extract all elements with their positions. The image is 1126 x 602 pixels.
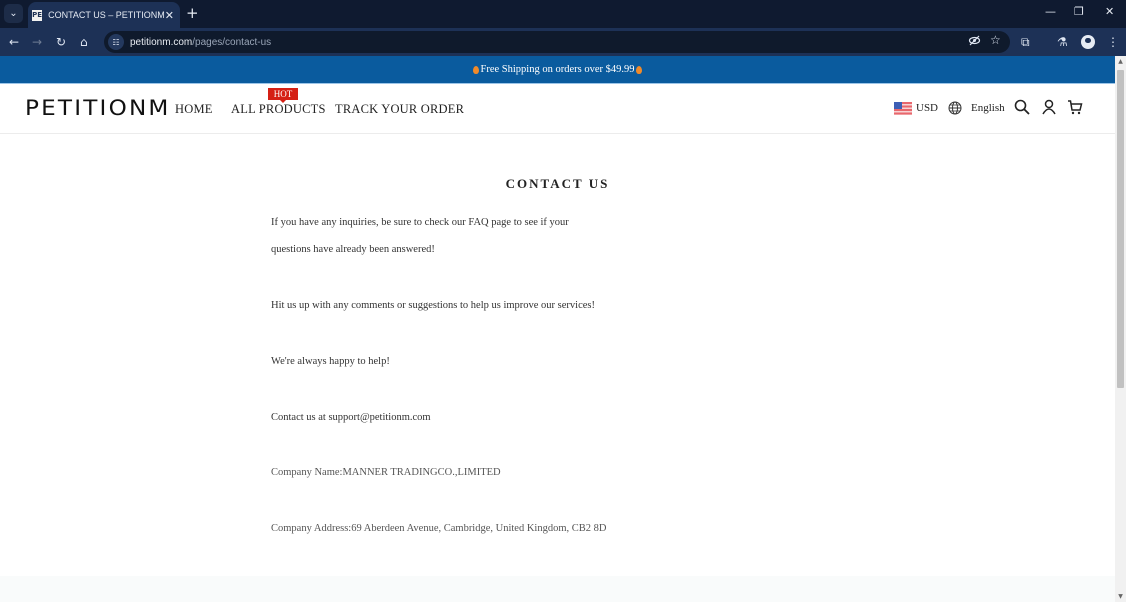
- tab-title: CONTACT US – PETITIONM: [48, 10, 165, 20]
- nav-all-products[interactable]: ALL PRODUCTS: [231, 102, 326, 117]
- restore-button[interactable]: ❐: [1074, 5, 1084, 18]
- forward-button[interactable]: →: [32, 34, 42, 50]
- url-domain: petitionm.com: [130, 36, 193, 48]
- scroll-down-arrow-icon[interactable]: ▼: [1115, 591, 1126, 602]
- fire-icon: [472, 65, 479, 74]
- browser-toolbar: ← → ↻ ⌂ ☷ petitionm.com/pages/contact-us…: [0, 28, 1126, 56]
- bookmark-star-icon[interactable]: ☆: [990, 33, 1001, 47]
- account-icon[interactable]: [1041, 99, 1057, 115]
- cart-icon[interactable]: [1067, 99, 1083, 115]
- currency-selector[interactable]: USD: [916, 102, 938, 114]
- announcement-text: Free Shipping on orders over $49.99: [480, 64, 635, 75]
- paragraph-company-name: Company Name:MANNER TRADINGCO.,LIMITED: [271, 467, 501, 478]
- paragraph-feedback: Hit us up with any comments or suggestio…: [271, 300, 595, 311]
- site-logo[interactable]: PETITIONM: [25, 96, 171, 120]
- url-path: /pages/contact-us: [192, 36, 272, 48]
- scroll-thumb[interactable]: [1117, 70, 1124, 388]
- language-selector[interactable]: English: [971, 102, 1005, 114]
- paragraph-contact-email: Contact us at support@petitionm.com: [271, 412, 431, 423]
- hot-badge: HOT: [268, 88, 298, 103]
- scroll-up-arrow-icon[interactable]: ▲: [1115, 56, 1126, 67]
- home-button[interactable]: ⌂: [80, 34, 88, 50]
- site-info-icon[interactable]: ☷: [108, 34, 124, 50]
- back-button[interactable]: ←: [9, 34, 19, 50]
- eye-off-icon[interactable]: [968, 34, 981, 50]
- url-text[interactable]: petitionm.com/pages/contact-us: [130, 37, 271, 48]
- nav-track-order[interactable]: TRACK YOUR ORDER: [335, 102, 464, 117]
- tab-close-icon[interactable]: ✕: [165, 9, 174, 22]
- close-window-button[interactable]: ✕: [1105, 5, 1114, 18]
- us-flag-icon[interactable]: [894, 102, 912, 115]
- site-header: PETITIONM HOME HOT ALL PRODUCTS TRACK YO…: [0, 84, 1115, 134]
- paragraph-faq: If you have any inquiries, be sure to ch…: [271, 217, 569, 255]
- reload-button[interactable]: ↻: [56, 34, 66, 50]
- page-scrollbar[interactable]: ▲ ▼: [1115, 56, 1126, 602]
- extensions-icon[interactable]: ⧉: [1021, 34, 1030, 50]
- nav-home[interactable]: HOME: [175, 102, 213, 117]
- paragraph-help: We're always happy to help!: [271, 356, 390, 367]
- browser-tab[interactable]: PE CONTACT US – PETITIONM ✕: [28, 2, 180, 28]
- minimize-button[interactable]: —: [1045, 5, 1056, 18]
- address-bar[interactable]: ☷ petitionm.com/pages/contact-us ☆: [104, 31, 1010, 53]
- new-tab-button[interactable]: +: [186, 5, 199, 21]
- web-page: Free Shipping on orders over $49.99 PETI…: [0, 56, 1115, 602]
- footer-edge: [0, 576, 1115, 602]
- search-icon[interactable]: [1014, 99, 1030, 115]
- announcement-bar: Free Shipping on orders over $49.99: [0, 56, 1115, 84]
- profile-avatar-icon[interactable]: [1081, 35, 1095, 49]
- tab-search-icon[interactable]: ⌄: [4, 4, 23, 23]
- page-title: CONTACT US: [505, 176, 610, 191]
- fire-icon: [636, 65, 643, 74]
- paragraph-company-address: Company Address:69 Aberdeen Avenue, Camb…: [271, 523, 607, 534]
- browser-menu-icon[interactable]: ⋮: [1107, 34, 1119, 50]
- browser-tab-bar: ⌄ PE CONTACT US – PETITIONM ✕ + — ❐ ✕: [0, 0, 1126, 28]
- labs-icon[interactable]: ⚗: [1057, 34, 1068, 50]
- globe-icon[interactable]: [948, 101, 964, 117]
- favicon-icon: PE: [32, 9, 43, 21]
